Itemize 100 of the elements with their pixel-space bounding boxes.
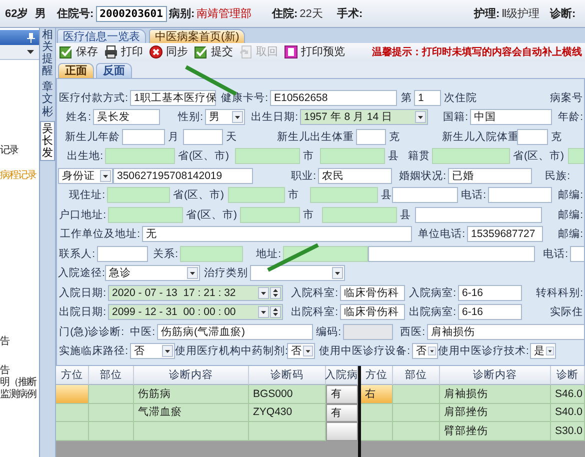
text-field[interactable]: 6-16	[458, 304, 522, 320]
field-label: 出生地:	[66, 149, 104, 164]
text-field[interactable]	[570, 246, 584, 262]
selected-cell[interactable]: 右	[361, 385, 393, 404]
lookup-field[interactable]	[322, 206, 397, 223]
date-field[interactable]: 2099 - 12 - 31 00 : 00 : 00	[108, 304, 283, 320]
field-label: 邮编:	[557, 208, 584, 222]
dropdown-field[interactable]: 否	[130, 343, 175, 360]
toolbar-button[interactable]: 打印预览	[282, 43, 347, 60]
text-field[interactable]: 6-16	[458, 284, 522, 301]
text-field[interactable]	[356, 128, 386, 145]
date-field[interactable]: 2020 - 07 - 13 17 : 21 : 32	[108, 284, 283, 301]
record-item[interactable]: 告	[0, 336, 39, 348]
choice-cell[interactable]: 有	[326, 404, 358, 422]
column-header[interactable]: 入院病	[326, 366, 358, 386]
text-field[interactable]	[392, 187, 458, 204]
text-field[interactable]: 农民	[318, 168, 392, 184]
text-field[interactable]	[122, 128, 165, 145]
readonly-field[interactable]	[343, 324, 393, 340]
dropdown-caret-icon	[232, 111, 243, 124]
selected-cell[interactable]	[56, 385, 89, 404]
column-header[interactable]: 诊断内容	[440, 366, 551, 386]
field-label: 现住址:	[68, 188, 106, 202]
toolbar-button[interactable]: 同步	[147, 43, 190, 60]
field-label: 入院途径:	[58, 266, 105, 280]
text-field[interactable]	[97, 246, 148, 262]
text-field[interactable]	[183, 128, 223, 145]
text-field[interactable]: 伤筋病(气滞血瘀)	[157, 324, 313, 340]
document-tab[interactable]: 中医病案首页(新)	[149, 28, 246, 43]
lookup-field[interactable]	[108, 206, 183, 223]
lookup-field[interactable]	[105, 148, 175, 164]
record-item[interactable]: 记录	[0, 145, 39, 157]
page-tab[interactable]: 正面	[58, 62, 94, 78]
vertical-tab[interactable]: 章文彬	[41, 80, 54, 119]
field-label: 编码:	[315, 324, 342, 339]
toolbar-button[interactable]: 打印	[102, 43, 145, 60]
header-label: 住院:	[272, 6, 298, 21]
checkmark-icon	[194, 44, 208, 59]
column-header[interactable]: 部位	[393, 366, 440, 386]
text-field[interactable]: 肩袖损伤	[427, 324, 584, 340]
column-header[interactable]: 部位	[89, 366, 134, 386]
lookup-field[interactable]	[107, 187, 170, 204]
column-header[interactable]: 方位	[56, 366, 89, 386]
dropdown-field[interactable]: 男	[205, 109, 245, 126]
text-field[interactable]: 350627195708142019	[113, 168, 253, 184]
table-cell	[89, 385, 134, 404]
text-field[interactable]	[488, 187, 552, 204]
text-field[interactable]: 吴长发	[93, 109, 160, 126]
table-cell: 气滞血瘀	[134, 404, 249, 422]
field-label: 县	[380, 188, 392, 202]
admission-number-field[interactable]: 2000203601	[96, 6, 167, 22]
toolbar-button[interactable]: 提交	[192, 43, 235, 60]
field-label: 新生儿出生体重	[276, 130, 355, 144]
toolbar-button[interactable]: 保存	[57, 43, 100, 60]
dropdown-field[interactable]: 否	[412, 343, 438, 360]
text-field[interactable]: 已婚	[448, 168, 532, 184]
lookup-field[interactable]	[283, 246, 368, 262]
date-field[interactable]: 1957 年 8 月 14 日	[300, 109, 428, 126]
lookup-field[interactable]	[432, 148, 510, 164]
text-field[interactable]: 临床骨伤科	[340, 284, 405, 301]
dropdown-field[interactable]: 否	[287, 343, 315, 360]
vertical-tab[interactable]: 吴长发	[40, 120, 55, 161]
text-field[interactable]	[415, 206, 542, 223]
text-field[interactable]: E10562658	[270, 90, 397, 106]
document-tab[interactable]: 医疗信息一览表	[57, 28, 146, 43]
text-field[interactable]: 中国	[470, 109, 552, 126]
choice-cell[interactable]	[326, 422, 358, 441]
field-label: 出院科室:	[290, 305, 339, 320]
text-field[interactable]: 无	[142, 226, 412, 242]
text-field[interactable]	[368, 246, 535, 262]
text-field[interactable]: 1职工基本医疗保	[130, 90, 216, 106]
choice-cell[interactable]: 有	[326, 385, 358, 404]
lookup-field[interactable]	[568, 148, 584, 164]
text-field[interactable]: 15359687727	[467, 226, 543, 242]
lookup-field[interactable]	[235, 148, 300, 164]
text-field[interactable]: 临床骨伤科	[340, 304, 405, 320]
table-cell: 肩袖损伤	[440, 385, 551, 404]
text-field[interactable]	[517, 128, 548, 145]
lookup-field[interactable]	[240, 206, 300, 223]
dropdown-field[interactable]: 是	[530, 343, 556, 360]
record-item[interactable]: 告	[0, 365, 39, 377]
lookup-field[interactable]	[320, 148, 385, 164]
column-header[interactable]: 方位	[361, 366, 393, 386]
lookup-field[interactable]	[180, 246, 243, 262]
dropdown-field[interactable]: 急诊	[105, 265, 200, 282]
column-header[interactable]: 诊断码	[249, 366, 326, 386]
table-cell	[393, 385, 440, 404]
page-tab[interactable]: 反面	[96, 62, 132, 78]
dropdown-field[interactable]: 身份证	[58, 168, 113, 184]
vertical-tab[interactable]: 相关提醒	[41, 28, 54, 78]
field-label: 中医:	[129, 324, 156, 339]
lookup-field[interactable]	[310, 187, 378, 204]
dropdown-field[interactable]	[250, 265, 345, 282]
column-header[interactable]: 诊断内容	[134, 366, 249, 386]
table-cell: 臂部挫伤	[440, 422, 551, 441]
lookup-field[interactable]	[228, 187, 285, 204]
text-field[interactable]: 1	[414, 90, 441, 106]
record-item[interactable]: 明（推断	[0, 377, 39, 389]
record-item[interactable]: 监测病例	[0, 389, 39, 401]
column-header[interactable]: 诊断	[551, 366, 585, 386]
